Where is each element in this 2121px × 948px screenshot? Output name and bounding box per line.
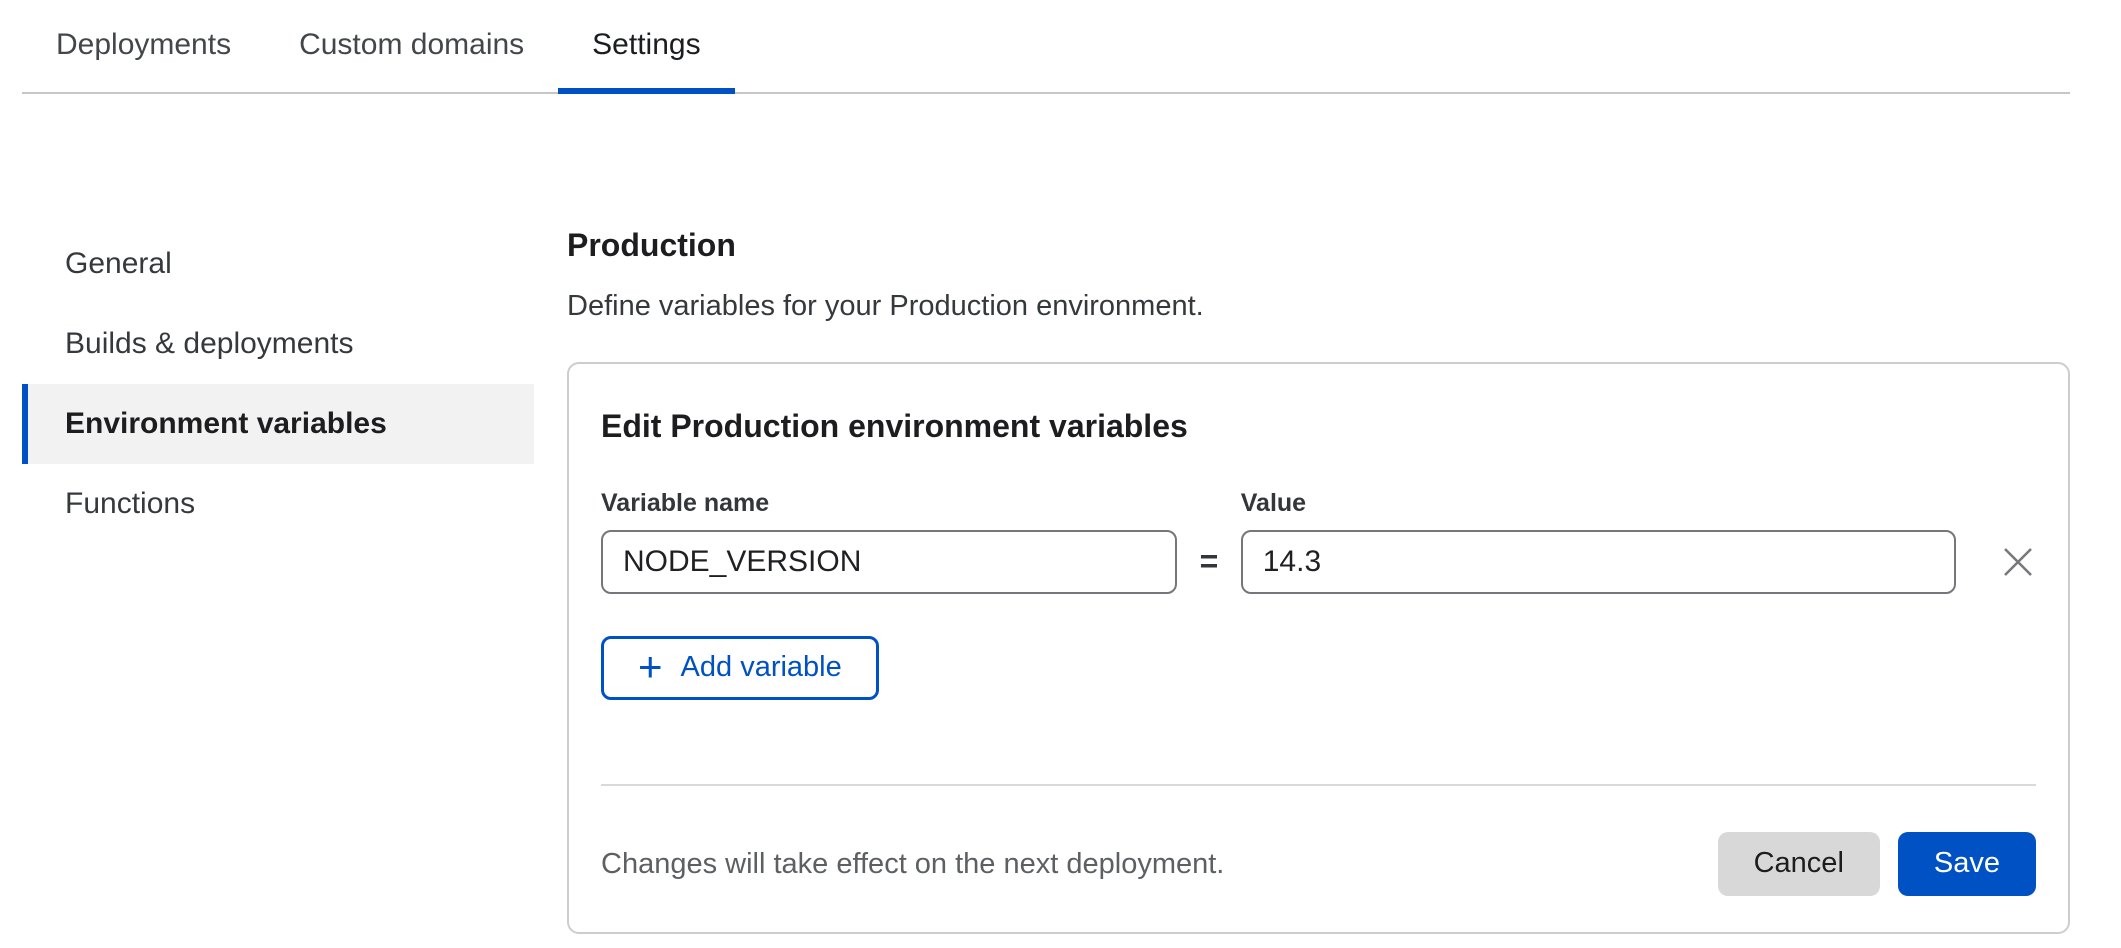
sidebar-item-functions[interactable]: Functions (22, 464, 534, 544)
save-button[interactable]: Save (1898, 832, 2036, 896)
variable-value-label: Value (1241, 490, 1956, 518)
x-icon (2000, 544, 2036, 580)
environment-variables-card: Edit Production environment variables Va… (567, 362, 2070, 934)
settings-layout: General Builds & deployments Environment… (0, 94, 2121, 934)
main-content: Production Define variables for your Pro… (567, 94, 2070, 934)
variable-name-field: Variable name (601, 490, 1177, 594)
remove-variable-button[interactable] (2000, 544, 2036, 580)
footer-buttons: Cancel Save (1718, 832, 2036, 896)
card-title: Edit Production environment variables (601, 408, 2036, 445)
deployment-note: Changes will take effect on the next dep… (601, 847, 1224, 882)
sidebar-item-general[interactable]: General (22, 224, 534, 304)
variable-name-label: Variable name (601, 490, 1177, 518)
tab-bar: Deployments Custom domains Settings (22, 0, 2070, 94)
add-variable-button[interactable]: + Add variable (601, 636, 879, 700)
sidebar-item-environment-variables[interactable]: Environment variables (22, 384, 534, 464)
cancel-button[interactable]: Cancel (1718, 832, 1880, 896)
equals-sign: = (1177, 530, 1241, 594)
page-subtitle: Define variables for your Production env… (567, 288, 2070, 326)
settings-sidebar: General Builds & deployments Environment… (22, 224, 534, 544)
add-variable-label: Add variable (681, 651, 842, 684)
tab-custom-domains[interactable]: Custom domains (265, 0, 558, 94)
variable-value-field: Value (1241, 490, 1956, 594)
tab-deployments[interactable]: Deployments (22, 0, 265, 94)
variable-name-input[interactable] (601, 530, 1177, 594)
card-divider (601, 784, 2036, 786)
sidebar-item-builds-deployments[interactable]: Builds & deployments (22, 304, 534, 384)
variable-row: Variable name = Value (601, 490, 2036, 594)
tab-settings[interactable]: Settings (558, 0, 734, 94)
variable-value-input[interactable] (1241, 530, 1956, 594)
card-footer: Changes will take effect on the next dep… (601, 832, 2036, 896)
page-title: Production (567, 229, 2070, 261)
